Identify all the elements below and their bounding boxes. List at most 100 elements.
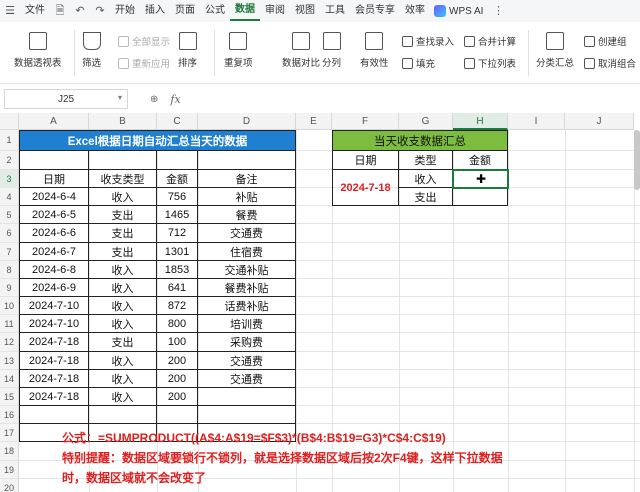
- validation-button[interactable]: 有效性: [360, 32, 389, 69]
- fx-icon[interactable]: fx: [170, 93, 180, 106]
- row-header-17[interactable]: 17: [0, 424, 19, 442]
- redo-icon[interactable]: ↷: [93, 4, 107, 18]
- duplicates-button[interactable]: 重复项: [224, 32, 253, 69]
- table1-cell-amount[interactable]: 200: [157, 352, 198, 370]
- table1-empty-cell[interactable]: [19, 406, 89, 424]
- table2-header-type[interactable]: 类型: [399, 151, 453, 170]
- row-header-11[interactable]: 11: [0, 315, 19, 333]
- table2-type-income[interactable]: 收入: [399, 170, 453, 188]
- table1-empty-cell[interactable]: [89, 151, 157, 170]
- row-header-5[interactable]: 5: [0, 206, 19, 224]
- table1-cell-remark[interactable]: 餐费补贴: [198, 279, 296, 297]
- create-group-button[interactable]: 创建组: [584, 34, 627, 48]
- tab-review[interactable]: 审阅: [260, 0, 290, 22]
- zoom-icon[interactable]: ⊕: [150, 94, 158, 105]
- col-header-b[interactable]: B: [89, 113, 157, 130]
- table1-cell-remark[interactable]: 餐费: [198, 206, 296, 224]
- tab-view[interactable]: 视图: [290, 0, 320, 22]
- table1-header-type[interactable]: 收支类型: [89, 170, 157, 188]
- row-header-15[interactable]: 15: [0, 388, 19, 406]
- row-header-2[interactable]: 2: [0, 151, 19, 170]
- table1-cell-type[interactable]: 支出: [89, 206, 157, 224]
- table1-cell-type[interactable]: 收入: [89, 188, 157, 206]
- row-header-12[interactable]: 12: [0, 333, 19, 352]
- col-header-a[interactable]: A: [19, 113, 89, 130]
- more-icon[interactable]: ⋮: [491, 4, 505, 18]
- table1-cell-date[interactable]: 2024-6-4: [19, 188, 89, 206]
- table1-cell-date[interactable]: 2024-7-10: [19, 315, 89, 333]
- table1-cell-type[interactable]: 收入: [89, 352, 157, 370]
- table1-cell-amount[interactable]: 756: [157, 188, 198, 206]
- table1-title[interactable]: Excel根据日期自动汇总当天的数据: [19, 130, 296, 151]
- row-header-8[interactable]: 8: [0, 261, 19, 279]
- ungroup-button[interactable]: 取消组合: [584, 56, 636, 70]
- row-header-16[interactable]: 16: [0, 406, 19, 424]
- table1-empty-cell[interactable]: [89, 406, 157, 424]
- table2-date-cell[interactable]: 2024-7-18: [332, 170, 399, 206]
- reapply-button[interactable]: 重新应用: [118, 56, 170, 70]
- table1-cell-type[interactable]: 收入: [89, 261, 157, 279]
- table1-cell-remark[interactable]: 培训费: [198, 315, 296, 333]
- menu-icon[interactable]: ☰: [3, 4, 17, 18]
- undo-icon[interactable]: ↶: [73, 4, 87, 18]
- table1-cell-amount[interactable]: 200: [157, 370, 198, 388]
- table1-cell-date[interactable]: 2024-7-18: [19, 388, 89, 406]
- row-header-18[interactable]: 18: [0, 442, 19, 461]
- dropdown-list-button[interactable]: 下拉列表: [464, 56, 516, 70]
- table1-cell-date[interactable]: 2024-7-18: [19, 352, 89, 370]
- tab-efficiency[interactable]: 效率: [400, 0, 430, 22]
- table2-title[interactable]: 当天收支数据汇总: [332, 130, 508, 151]
- table1-cell-type[interactable]: 收入: [89, 279, 157, 297]
- tab-data[interactable]: 数据: [230, 1, 260, 21]
- col-header-c[interactable]: C: [157, 113, 198, 130]
- row-header-3[interactable]: 3: [0, 170, 19, 188]
- tab-insert[interactable]: 插入: [140, 0, 170, 22]
- lookup-entry-button[interactable]: 查找录入: [402, 34, 454, 48]
- table1-cell-amount[interactable]: 800: [157, 315, 198, 333]
- table1-cell-type[interactable]: 支出: [89, 243, 157, 261]
- table1-cell-type[interactable]: 收入: [89, 297, 157, 315]
- row-header-19[interactable]: 19: [0, 461, 19, 479]
- table2-header-amount[interactable]: 金额: [453, 151, 508, 170]
- col-header-i[interactable]: I: [508, 113, 565, 130]
- table1-empty-cell[interactable]: [198, 151, 296, 170]
- fill-button[interactable]: 填充: [402, 56, 435, 70]
- subtotal-button[interactable]: 分类汇总: [536, 32, 574, 69]
- tab-tools[interactable]: 工具: [320, 0, 350, 22]
- name-box[interactable]: J25 ▾: [4, 89, 128, 109]
- table1-cell-date[interactable]: 2024-7-18: [19, 370, 89, 388]
- col-header-d[interactable]: D: [198, 113, 296, 130]
- table1-empty-cell[interactable]: [198, 406, 296, 424]
- menu-file[interactable]: 文件: [20, 0, 50, 22]
- row-header-14[interactable]: 14: [0, 370, 19, 388]
- table1-cell-remark[interactable]: 住宿费: [198, 243, 296, 261]
- table2-type-expense[interactable]: 支出: [399, 188, 453, 206]
- table1-header-remark[interactable]: 备注: [198, 170, 296, 188]
- chevron-down-icon[interactable]: ▾: [118, 93, 122, 102]
- pivot-table-button[interactable]: 数据透视表: [14, 32, 62, 69]
- table1-cell-amount[interactable]: 1465: [157, 206, 198, 224]
- save-icon[interactable]: 🗎: [53, 4, 67, 18]
- table1-cell-type[interactable]: 收入: [89, 315, 157, 333]
- table1-cell-amount[interactable]: 641: [157, 279, 198, 297]
- table1-cell-amount[interactable]: 872: [157, 297, 198, 315]
- row-header-10[interactable]: 10: [0, 297, 19, 315]
- table1-cell-remark[interactable]: 交通费: [198, 370, 296, 388]
- table1-cell-amount[interactable]: 200: [157, 388, 198, 406]
- data-compare-button[interactable]: 数据对比: [282, 32, 320, 69]
- col-header-f[interactable]: F: [332, 113, 399, 130]
- show-all-button[interactable]: 全部显示: [118, 34, 170, 48]
- table1-empty-cell[interactable]: [19, 151, 89, 170]
- table1-cell-remark[interactable]: [198, 388, 296, 406]
- table1-cell-amount[interactable]: 1853: [157, 261, 198, 279]
- tab-page[interactable]: 页面: [170, 0, 200, 22]
- table1-cell-date[interactable]: 2024-6-7: [19, 243, 89, 261]
- select-all-corner[interactable]: [0, 113, 19, 130]
- row-header-13[interactable]: 13: [0, 352, 19, 370]
- row-header-4[interactable]: 4: [0, 188, 19, 206]
- col-header-j[interactable]: J: [565, 113, 634, 130]
- consolidate-button[interactable]: 合并计算: [464, 34, 516, 48]
- row-header-1[interactable]: 1: [0, 130, 19, 151]
- table1-cell-remark[interactable]: 交通补贴: [198, 261, 296, 279]
- split-column-button[interactable]: 分列: [322, 32, 341, 69]
